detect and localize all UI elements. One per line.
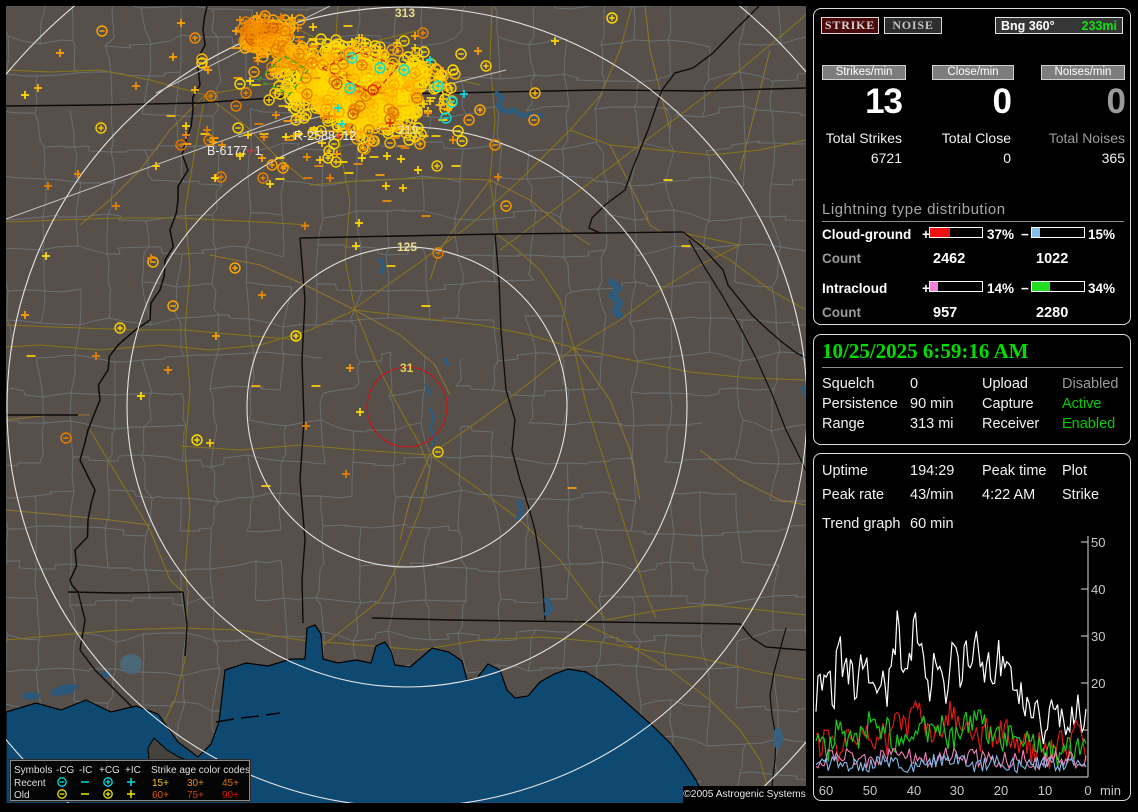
svg-text:+IC: +IC [125,765,141,776]
svg-text:R-2588+12: R-2588+12 [294,129,356,143]
svg-text:Recent: Recent [14,778,46,789]
svg-text:60+: 60+ [152,790,169,800]
svg-text:31: 31 [400,361,414,375]
svg-text:-IC: -IC [79,765,92,776]
svg-text:219: 219 [398,123,418,137]
svg-text:125: 125 [397,240,417,254]
svg-text:75+: 75+ [187,790,204,800]
svg-text:B-6177+1: B-6177+1 [207,144,262,158]
svg-text:15+: 15+ [152,778,169,789]
svg-text:45+: 45+ [222,778,239,789]
svg-text:+CG: +CG [99,765,120,776]
svg-text:30+: 30+ [187,778,204,789]
svg-text:-CG: -CG [56,765,75,776]
svg-text:Old: Old [14,790,30,800]
svg-text:313: 313 [395,6,415,20]
svg-text:Strike age color codes: Strike age color codes [151,765,249,776]
svg-text:Symbols: Symbols [14,765,52,776]
svg-text:90+: 90+ [222,790,239,800]
